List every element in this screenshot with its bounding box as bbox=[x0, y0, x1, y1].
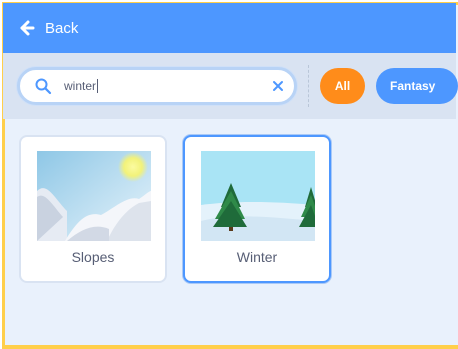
search-icon bbox=[35, 78, 52, 95]
slopes-thumbnail bbox=[37, 151, 151, 241]
back-button[interactable]: Back bbox=[3, 3, 78, 53]
backdrop-item-winter[interactable]: Winter bbox=[183, 135, 331, 283]
search-query: winter bbox=[64, 79, 99, 93]
text-caret bbox=[97, 79, 99, 93]
filter-bar: winter All Fantasy bbox=[3, 53, 458, 119]
library-header: Back bbox=[3, 3, 456, 53]
backdrop-grid: Slopes Winter bbox=[3, 119, 456, 345]
backdrop-item-slopes[interactable]: Slopes bbox=[19, 135, 167, 283]
backdrop-name-slopes: Slopes bbox=[71, 249, 115, 265]
filter-all-button[interactable]: All bbox=[320, 68, 365, 104]
back-label: Back bbox=[45, 19, 79, 37]
filter-fantasy-button[interactable]: Fantasy bbox=[376, 68, 458, 104]
winter-thumbnail bbox=[201, 151, 315, 241]
search-input[interactable]: winter bbox=[17, 67, 297, 105]
backdrop-name-winter: Winter bbox=[236, 249, 278, 265]
filter-divider bbox=[308, 65, 309, 107]
window-border bbox=[2, 345, 458, 349]
close-icon[interactable] bbox=[272, 80, 284, 92]
arrow-left-icon bbox=[20, 20, 35, 36]
